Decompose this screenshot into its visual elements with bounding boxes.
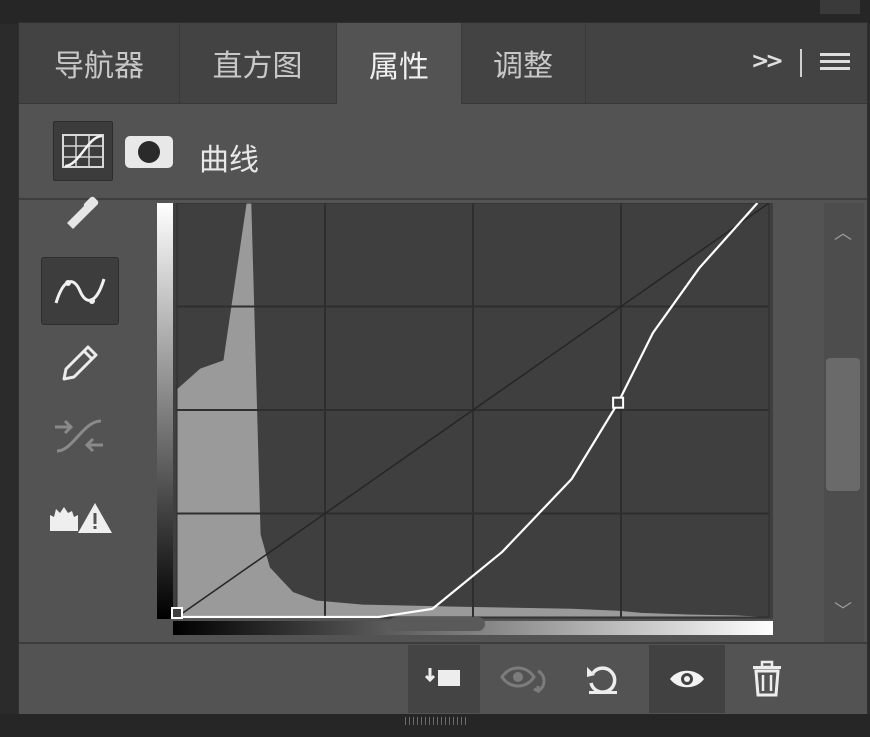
scrollbar-thumb[interactable] <box>826 358 860 491</box>
delete-button[interactable] <box>731 645 803 713</box>
pencil-icon[interactable] <box>41 329 117 395</box>
collapse-panels-button[interactable]: >> <box>751 49 784 74</box>
chevron-up-icon[interactable]: ︿ <box>834 219 852 245</box>
trash-icon <box>753 660 781 697</box>
clip-to-layer-icon <box>424 668 460 686</box>
divider <box>800 49 802 77</box>
panel-title: 曲线 <box>199 143 259 178</box>
tab-histogram[interactable]: 直方图 <box>179 23 337 103</box>
view-previous-button <box>489 645 561 713</box>
smooth-curve-icon <box>41 403 117 469</box>
tab-navigator[interactable]: 导航器 <box>19 23 180 103</box>
curve-control-point <box>171 607 183 619</box>
output-gradient-bar <box>157 203 173 619</box>
visibility-button[interactable] <box>649 645 725 713</box>
curves-graph[interactable] <box>157 203 797 643</box>
hamburger-menu-icon[interactable] <box>820 53 850 74</box>
input-slider-handle[interactable] <box>389 617 485 631</box>
reset-button[interactable] <box>567 645 639 713</box>
top-strip <box>0 0 870 24</box>
resize-grip[interactable] <box>405 717 469 725</box>
eye-icon <box>670 670 704 688</box>
chevron-down-icon[interactable]: ﹀ <box>834 597 852 623</box>
curves-adjustment-icon[interactable] <box>53 121 113 181</box>
divider <box>19 198 867 200</box>
reset-icon <box>587 666 617 694</box>
properties-panel: 导航器 直方图 属性 调整 >> 曲线 ︿ ﹀ <box>18 22 868 716</box>
histogram-warning-icon[interactable] <box>41 485 117 551</box>
tab-properties[interactable]: 属性 <box>337 23 462 104</box>
view-previous-state-icon <box>500 666 546 694</box>
eyedropper-icon[interactable] <box>41 193 117 233</box>
clip-to-layer-button[interactable] <box>408 645 480 713</box>
curve-control-point <box>612 396 625 409</box>
tab-bar: 导航器 直方图 属性 调整 >> <box>19 23 867 104</box>
tab-adjustments[interactable]: 调整 <box>461 23 586 103</box>
curve-points-icon[interactable] <box>41 257 119 325</box>
divider <box>19 642 867 644</box>
layer-mask-icon[interactable] <box>125 136 173 168</box>
